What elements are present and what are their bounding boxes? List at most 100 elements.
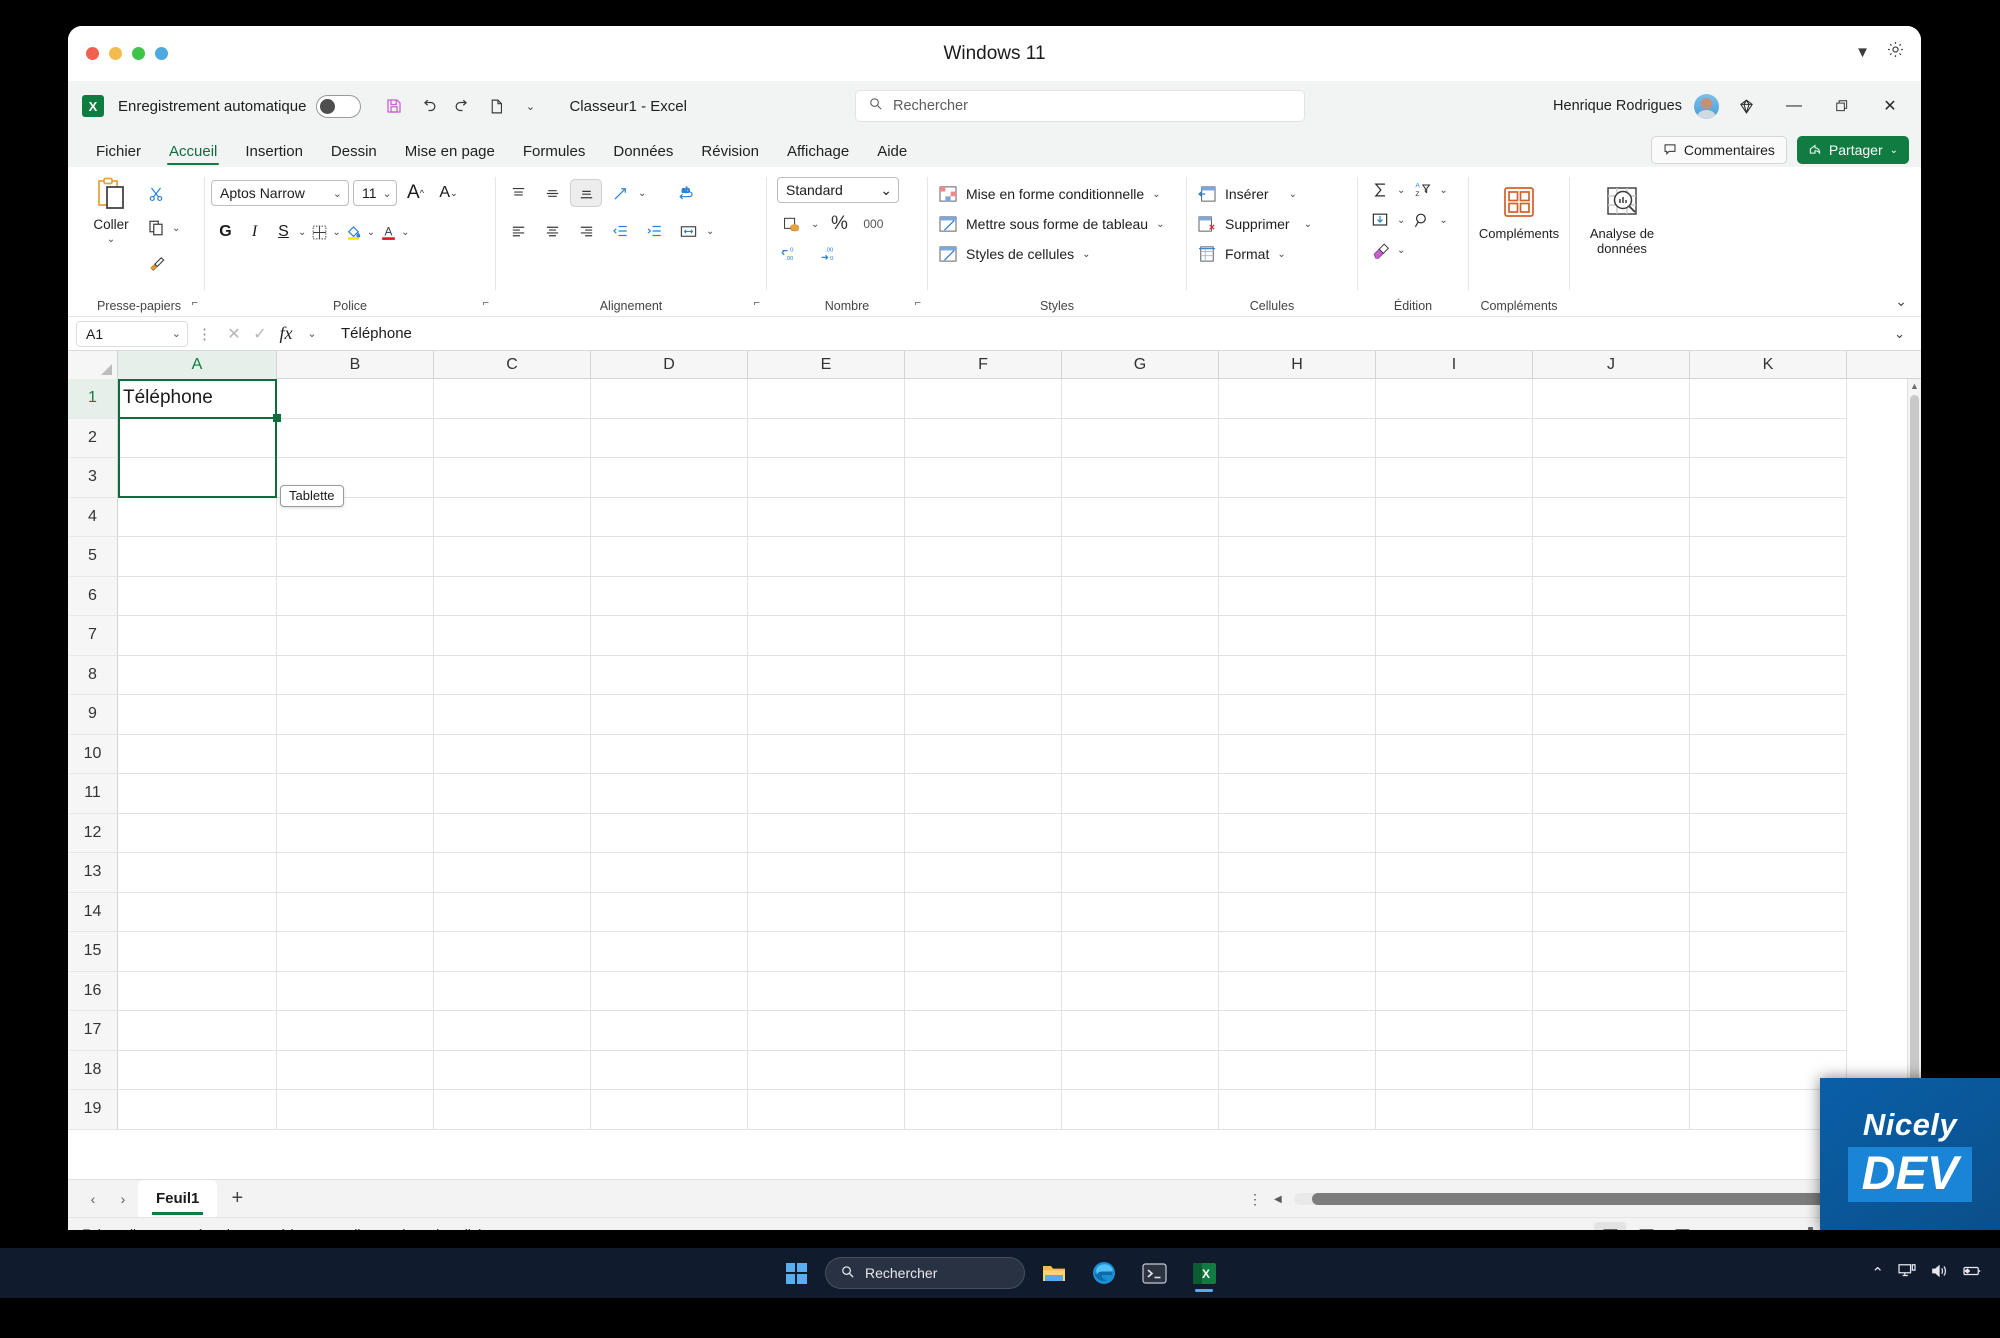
font-size-select[interactable]: 11 ⌄ [353, 180, 397, 206]
cell-G8[interactable] [1062, 655, 1219, 695]
cell-B14[interactable] [277, 892, 434, 932]
cell-A7[interactable] [118, 616, 277, 656]
cell-H13[interactable] [1219, 853, 1376, 893]
sheet-tab-feuil1[interactable]: Feuil1 [138, 1179, 218, 1218]
row-header-1[interactable]: 1 [68, 379, 118, 419]
cell-J4[interactable] [1533, 497, 1690, 537]
decrease-indent-icon[interactable] [604, 217, 636, 245]
row-header-13[interactable]: 13 [68, 853, 118, 893]
cell-B5[interactable] [277, 537, 434, 577]
cell-G11[interactable] [1062, 774, 1219, 814]
cell-E13[interactable] [748, 853, 905, 893]
maximize-window-button[interactable] [132, 47, 145, 60]
cell-C11[interactable] [434, 774, 591, 814]
accept-icon[interactable]: ✓ [247, 324, 273, 344]
close-window-button[interactable] [86, 47, 99, 60]
cell-G18[interactable] [1062, 1050, 1219, 1090]
search-input[interactable]: Rechercher [855, 90, 1305, 122]
currency-icon[interactable] [777, 211, 805, 237]
cell-D13[interactable] [591, 853, 748, 893]
cell-D19[interactable] [591, 1090, 748, 1130]
number-format-select[interactable]: Standard ⌄ [777, 177, 899, 203]
cell-J9[interactable] [1533, 695, 1690, 735]
comments-button[interactable]: Commentaires [1650, 136, 1787, 164]
decrease-font-size-button[interactable]: A ⌄ [434, 179, 463, 207]
cell-G16[interactable] [1062, 971, 1219, 1011]
cell-K3[interactable] [1690, 458, 1847, 498]
cell-A5[interactable] [118, 537, 277, 577]
dialog-launcher-icon[interactable]: ⌐ [483, 297, 489, 309]
cell-H18[interactable] [1219, 1050, 1376, 1090]
cell-D4[interactable] [591, 497, 748, 537]
chevron-down-icon[interactable]: ⌄ [298, 227, 306, 238]
fill-handle[interactable] [273, 414, 281, 422]
cell-G12[interactable] [1062, 813, 1219, 853]
cell-H17[interactable] [1219, 1011, 1376, 1051]
minimize-window-button[interactable] [109, 47, 122, 60]
row-header-7[interactable]: 7 [68, 616, 118, 656]
chevron-down-icon[interactable]: ⌄ [172, 223, 180, 234]
cell-E14[interactable] [748, 892, 905, 932]
chevron-down-icon[interactable]: ⌄ [1397, 185, 1405, 196]
insert-cells-button[interactable]: Insérer ⌄ [1197, 179, 1351, 209]
cell-I10[interactable] [1376, 734, 1533, 774]
cell-C15[interactable] [434, 932, 591, 972]
autosave-toggle[interactable] [316, 94, 362, 118]
cell-J18[interactable] [1533, 1050, 1690, 1090]
cell-G17[interactable] [1062, 1011, 1219, 1051]
cell-H8[interactable] [1219, 655, 1376, 695]
cell-B10[interactable] [277, 734, 434, 774]
scissors-icon[interactable] [142, 181, 170, 207]
copy-icon[interactable] [142, 215, 170, 241]
cell-J12[interactable] [1533, 813, 1690, 853]
conditional-formatting-button[interactable]: Mise en forme conditionnelle ⌄ [938, 179, 1180, 209]
redo-icon[interactable] [447, 91, 477, 121]
delete-cells-button[interactable]: Supprimer ⌄ [1197, 209, 1351, 239]
cell-G7[interactable] [1062, 616, 1219, 656]
formula-input[interactable]: Téléphone [335, 321, 1886, 347]
insert-function-icon[interactable]: fx [273, 323, 299, 344]
cell-I6[interactable] [1376, 576, 1533, 616]
cell-E2[interactable] [748, 418, 905, 458]
percent-style-button[interactable]: % [825, 211, 853, 237]
cell-A17[interactable] [118, 1011, 277, 1051]
window-traffic-lights[interactable] [86, 47, 168, 60]
row-header-11[interactable]: 11 [68, 774, 118, 814]
cell-D16[interactable] [591, 971, 748, 1011]
cell-I2[interactable] [1376, 418, 1533, 458]
align-middle-icon[interactable] [536, 179, 568, 207]
align-center-icon[interactable] [536, 217, 568, 245]
more-icon[interactable]: ⋮ [1248, 1191, 1262, 1208]
cell-B17[interactable] [277, 1011, 434, 1051]
tab-donnees[interactable]: Données [599, 143, 687, 167]
cell-K8[interactable] [1690, 655, 1847, 695]
cell-C1[interactable] [434, 379, 591, 419]
cell-B2[interactable] [277, 418, 434, 458]
cell-G5[interactable] [1062, 537, 1219, 577]
cell-A2[interactable] [118, 418, 277, 458]
cell-K14[interactable] [1690, 892, 1847, 932]
chevron-down-icon[interactable]: ⌄ [638, 188, 646, 199]
row-header-19[interactable]: 19 [68, 1090, 118, 1130]
cell-A16[interactable] [118, 971, 277, 1011]
font-color-icon[interactable]: A [375, 218, 401, 246]
cell-G15[interactable] [1062, 932, 1219, 972]
column-header-H[interactable]: H [1219, 351, 1376, 379]
cell-I19[interactable] [1376, 1090, 1533, 1130]
column-header-J[interactable]: J [1533, 351, 1690, 379]
cell-I13[interactable] [1376, 853, 1533, 893]
fill-down-icon[interactable] [1366, 207, 1394, 233]
cell-J13[interactable] [1533, 853, 1690, 893]
row-header-10[interactable]: 10 [68, 734, 118, 774]
chevron-down-icon[interactable]: ⌄ [1439, 185, 1447, 196]
volume-icon[interactable] [1930, 1263, 1948, 1283]
cell-J19[interactable] [1533, 1090, 1690, 1130]
cell-G3[interactable] [1062, 458, 1219, 498]
cell-I7[interactable] [1376, 616, 1533, 656]
cell-A10[interactable] [118, 734, 277, 774]
cell-B16[interactable] [277, 971, 434, 1011]
find-select-icon[interactable] [1408, 207, 1436, 233]
cell-F7[interactable] [905, 616, 1062, 656]
cell-H19[interactable] [1219, 1090, 1376, 1130]
cell-A18[interactable] [118, 1050, 277, 1090]
